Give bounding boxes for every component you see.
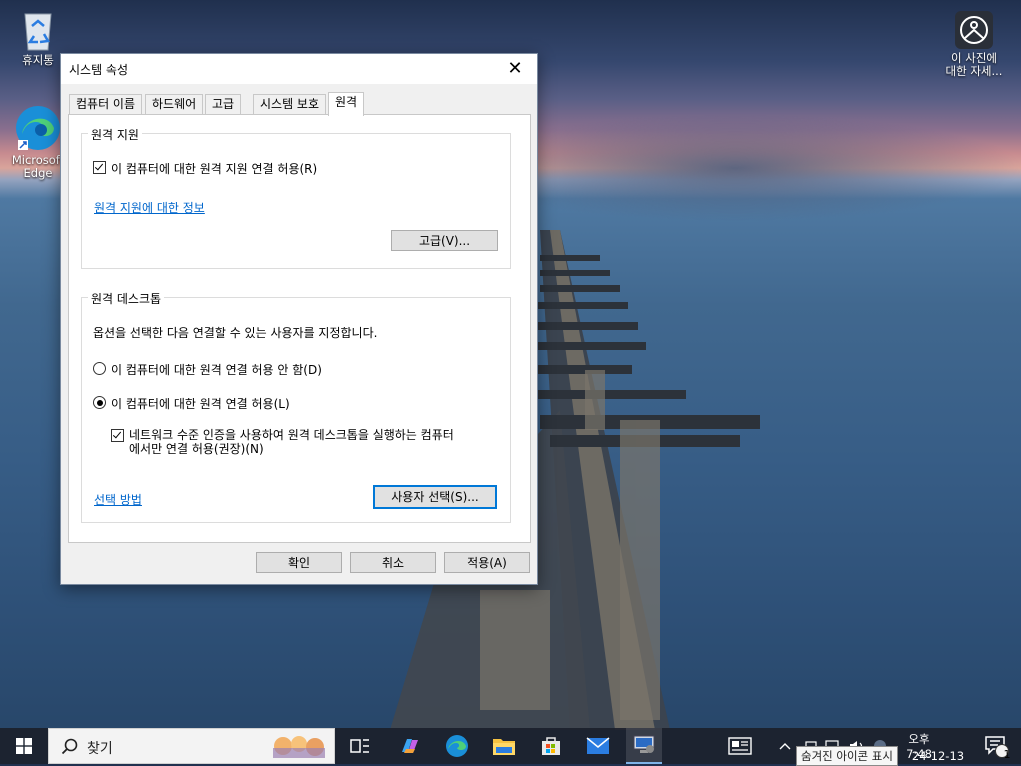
system-properties-dialog: 시스템 속성 ✕ 컴퓨터 이름 하드웨어 고급 시스템 보호 원격 원격 지원 … [60, 53, 538, 585]
remote-assistance-info-link[interactable]: 원격 지원에 대한 정보 [94, 199, 205, 216]
allow-remote-assistance-checkbox[interactable]: 이 컴퓨터에 대한 원격 지원 연결 허용(R) [93, 160, 317, 177]
news-widget-button[interactable] [724, 728, 756, 764]
folder-icon [493, 739, 515, 755]
tab-system-protection[interactable]: 시스템 보호 [253, 94, 327, 114]
help-me-choose-link[interactable]: 선택 방법 [94, 491, 142, 508]
cancel-button[interactable]: 취소 [350, 552, 436, 573]
camera-info-icon [955, 11, 993, 49]
show-hidden-icons-button[interactable] [775, 728, 795, 764]
copilot-button[interactable] [393, 728, 427, 764]
dialog-titlebar[interactable]: 시스템 속성 ✕ [61, 54, 537, 84]
news-icon [728, 737, 752, 755]
remote-desktop-description: 옵션을 선택한 다음 연결할 수 있는 사용자를 지정합니다. [93, 326, 378, 340]
mail-button[interactable] [581, 728, 615, 764]
task-view-icon [350, 739, 369, 753]
notification-count: 1 [1003, 748, 1011, 761]
allow-remote-label: 이 컴퓨터에 대한 원격 연결 허용(L) [111, 397, 290, 411]
tab-remote[interactable]: 원격 [328, 92, 365, 116]
system-properties-icon [633, 735, 655, 753]
checkbox-box[interactable] [111, 429, 124, 442]
nla-label-line1: 네트워크 수준 인증을 사용하여 원격 데스크톱을 실행하는 컴퓨터 [129, 428, 454, 442]
taskbar-search-box[interactable]: 찾기 [48, 728, 335, 764]
allow-remote-radio[interactable]: 이 컴퓨터에 대한 원격 연결 허용(L) [93, 395, 290, 412]
edge-icon [16, 106, 60, 150]
store-button[interactable] [534, 728, 568, 764]
clock-date[interactable]: 24-12-13 [906, 749, 970, 763]
ok-button[interactable]: 확인 [256, 552, 342, 573]
tab-hardware[interactable]: 하드웨어 [145, 94, 204, 114]
remote-assistance-group: 원격 지원 이 컴퓨터에 대한 원격 지원 연결 허용(R) 원격 지원에 대한… [81, 126, 511, 269]
edge-icon [446, 735, 468, 757]
file-explorer-button[interactable] [487, 728, 521, 764]
tab-computer-name[interactable]: 컴퓨터 이름 [69, 94, 143, 114]
advanced-button[interactable]: 고급(V)... [391, 230, 498, 251]
tab-advanced[interactable]: 고급 [205, 94, 242, 114]
notification-center-button[interactable]: 1 [976, 728, 1016, 764]
remote-desktop-group-title: 원격 데스크톱 [88, 290, 165, 307]
recycle-bin-icon [24, 13, 52, 51]
remote-tab-panel: 원격 지원 이 컴퓨터에 대한 원격 지원 연결 허용(R) 원격 지원에 대한… [68, 114, 531, 543]
chevron-up-icon [779, 743, 791, 750]
radio-circle[interactable] [93, 396, 106, 409]
dialog-title: 시스템 속성 [69, 63, 129, 77]
remote-assistance-group-title: 원격 지원 [88, 126, 142, 143]
recycle-bin-label: 휴지통 [22, 53, 54, 67]
start-button[interactable] [0, 728, 48, 764]
apply-button[interactable]: 적용(A) [444, 552, 530, 573]
show-hidden-icons-tooltip: 숨겨진 아이콘 표시 [796, 746, 898, 766]
task-view-button[interactable] [344, 728, 376, 764]
nla-label-line2: 에서만 연결 허용(권장)(N) [129, 442, 264, 456]
nla-checkbox[interactable]: 네트워크 수준 인증을 사용하여 원격 데스크톱을 실행하는 컴퓨터 에서만 연… [111, 428, 454, 456]
radio-circle[interactable] [93, 362, 106, 375]
copilot-icon [402, 739, 418, 753]
edge-taskbar-button[interactable] [440, 728, 474, 764]
system-properties-taskbar-button[interactable] [626, 728, 662, 764]
about-picture-shortcut[interactable]: 이 사진에 대한 자세... [939, 10, 1009, 78]
mail-icon [586, 737, 610, 754]
allow-remote-assistance-label: 이 컴퓨터에 대한 원격 지원 연결 허용(R) [111, 162, 318, 176]
about-picture-label-line2: 대한 자세... [945, 64, 1003, 78]
search-highlight-image [267, 732, 331, 760]
remote-desktop-group: 원격 데스크톱 옵션을 선택한 다음 연결할 수 있는 사용자를 지정합니다. … [81, 290, 511, 523]
search-placeholder: 찾기 [87, 741, 113, 757]
deny-remote-radio[interactable]: 이 컴퓨터에 대한 원격 연결 허용 안 함(D) [93, 361, 322, 378]
deny-remote-label: 이 컴퓨터에 대한 원격 연결 허용 안 함(D) [111, 363, 322, 377]
store-icon [542, 737, 560, 755]
windows-logo-icon [16, 738, 32, 754]
checkbox-box[interactable] [93, 161, 106, 174]
select-users-button[interactable]: 사용자 선택(S)... [373, 485, 497, 509]
search-icon [61, 738, 78, 755]
close-icon[interactable]: ✕ [493, 54, 537, 84]
